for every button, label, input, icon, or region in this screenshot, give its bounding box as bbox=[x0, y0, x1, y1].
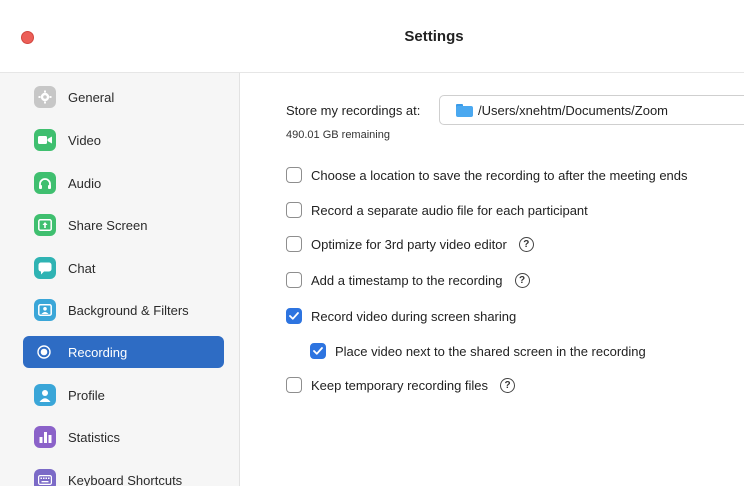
option-label: Optimize for 3rd party video editor bbox=[311, 236, 507, 252]
sidebar-item-label: Audio bbox=[68, 175, 102, 191]
option-choose-location: Choose a location to save the recording … bbox=[286, 167, 688, 183]
sidebar-item-label: Video bbox=[68, 132, 102, 148]
option-place-video-next-to-shared-screen: Place video next to the shared screen in… bbox=[310, 343, 646, 359]
checkbox-checked[interactable] bbox=[310, 343, 326, 359]
option-label: Choose a location to save the recording … bbox=[311, 167, 688, 183]
keyboard-icon bbox=[34, 469, 56, 486]
option-keep-temporary-files: Keep temporary recording files ? bbox=[286, 377, 516, 393]
folder-icon bbox=[456, 103, 473, 117]
option-label: Place video next to the shared screen in… bbox=[335, 343, 646, 359]
option-record-video-screen-sharing: Record video during screen sharing bbox=[286, 308, 516, 324]
bar-chart-icon bbox=[34, 426, 56, 448]
checkbox[interactable] bbox=[286, 236, 302, 252]
option-label: Keep temporary recording files bbox=[311, 377, 489, 393]
checkmark-icon bbox=[289, 312, 299, 320]
help-icon[interactable]: ? bbox=[514, 272, 530, 288]
sidebar: General Video Audio Share Screen Chat Ba… bbox=[0, 73, 240, 486]
sidebar-item-keyboard-shortcuts[interactable]: Keyboard Shortcuts bbox=[23, 464, 224, 486]
sidebar-item-video[interactable]: Video bbox=[23, 124, 224, 156]
sidebar-item-background-filters[interactable]: Background & Filters bbox=[23, 294, 224, 326]
sidebar-item-label: Statistics bbox=[68, 429, 121, 445]
sidebar-item-statistics[interactable]: Statistics bbox=[23, 421, 224, 453]
option-separate-audio: Record a separate audio file for each pa… bbox=[286, 202, 588, 218]
option-add-timestamp: Add a timestamp to the recording ? bbox=[286, 272, 530, 288]
store-recordings-label: Store my recordings at: bbox=[286, 103, 421, 118]
sidebar-item-label: Chat bbox=[68, 260, 96, 276]
chat-bubble-icon bbox=[34, 257, 56, 279]
checkmark-icon bbox=[313, 347, 323, 355]
checkbox[interactable] bbox=[286, 167, 302, 183]
storage-remaining-text: 490.01 GB remaining bbox=[286, 129, 390, 141]
sidebar-item-share-screen[interactable]: Share Screen bbox=[23, 209, 224, 241]
sidebar-item-label: Recording bbox=[68, 344, 128, 360]
recording-path-value: /Users/xnehtm/Documents/Zoom bbox=[478, 102, 669, 118]
sidebar-item-recording[interactable]: Recording bbox=[23, 336, 224, 368]
checkbox[interactable] bbox=[286, 272, 302, 288]
sidebar-item-profile[interactable]: Profile bbox=[23, 379, 224, 411]
gear-icon bbox=[34, 86, 56, 108]
headphones-icon bbox=[34, 172, 56, 194]
sidebar-item-label: General bbox=[68, 89, 115, 105]
checkbox[interactable] bbox=[286, 377, 302, 393]
sidebar-item-label: Keyboard Shortcuts bbox=[68, 472, 183, 486]
sidebar-item-label: Profile bbox=[68, 387, 105, 403]
option-optimize-3rd-party: Optimize for 3rd party video editor ? bbox=[286, 236, 534, 252]
option-label: Record video during screen sharing bbox=[311, 308, 517, 324]
background-person-icon bbox=[34, 299, 56, 321]
checkbox[interactable] bbox=[286, 202, 302, 218]
checkbox-checked[interactable] bbox=[286, 308, 302, 324]
option-label: Add a timestamp to the recording bbox=[311, 272, 503, 288]
sidebar-item-chat[interactable]: Chat bbox=[23, 252, 224, 284]
help-icon[interactable]: ? bbox=[518, 236, 534, 252]
profile-person-icon bbox=[34, 384, 56, 406]
video-camera-icon bbox=[34, 129, 56, 151]
sidebar-item-general[interactable]: General bbox=[23, 81, 224, 113]
sidebar-item-label: Background & Filters bbox=[68, 302, 189, 318]
recording-settings-panel: Store my recordings at: /Users/xnehtm/Do… bbox=[241, 73, 744, 486]
title-bar: Settings bbox=[0, 0, 744, 72]
sidebar-item-audio[interactable]: Audio bbox=[23, 167, 224, 199]
sidebar-item-label: Share Screen bbox=[68, 217, 148, 233]
recording-location-select[interactable]: /Users/xnehtm/Documents/Zoom bbox=[439, 95, 744, 125]
help-icon[interactable]: ? bbox=[500, 377, 516, 393]
record-icon bbox=[36, 344, 52, 360]
option-label: Record a separate audio file for each pa… bbox=[311, 202, 588, 218]
window-title: Settings bbox=[404, 28, 464, 45]
share-screen-icon bbox=[34, 214, 56, 236]
